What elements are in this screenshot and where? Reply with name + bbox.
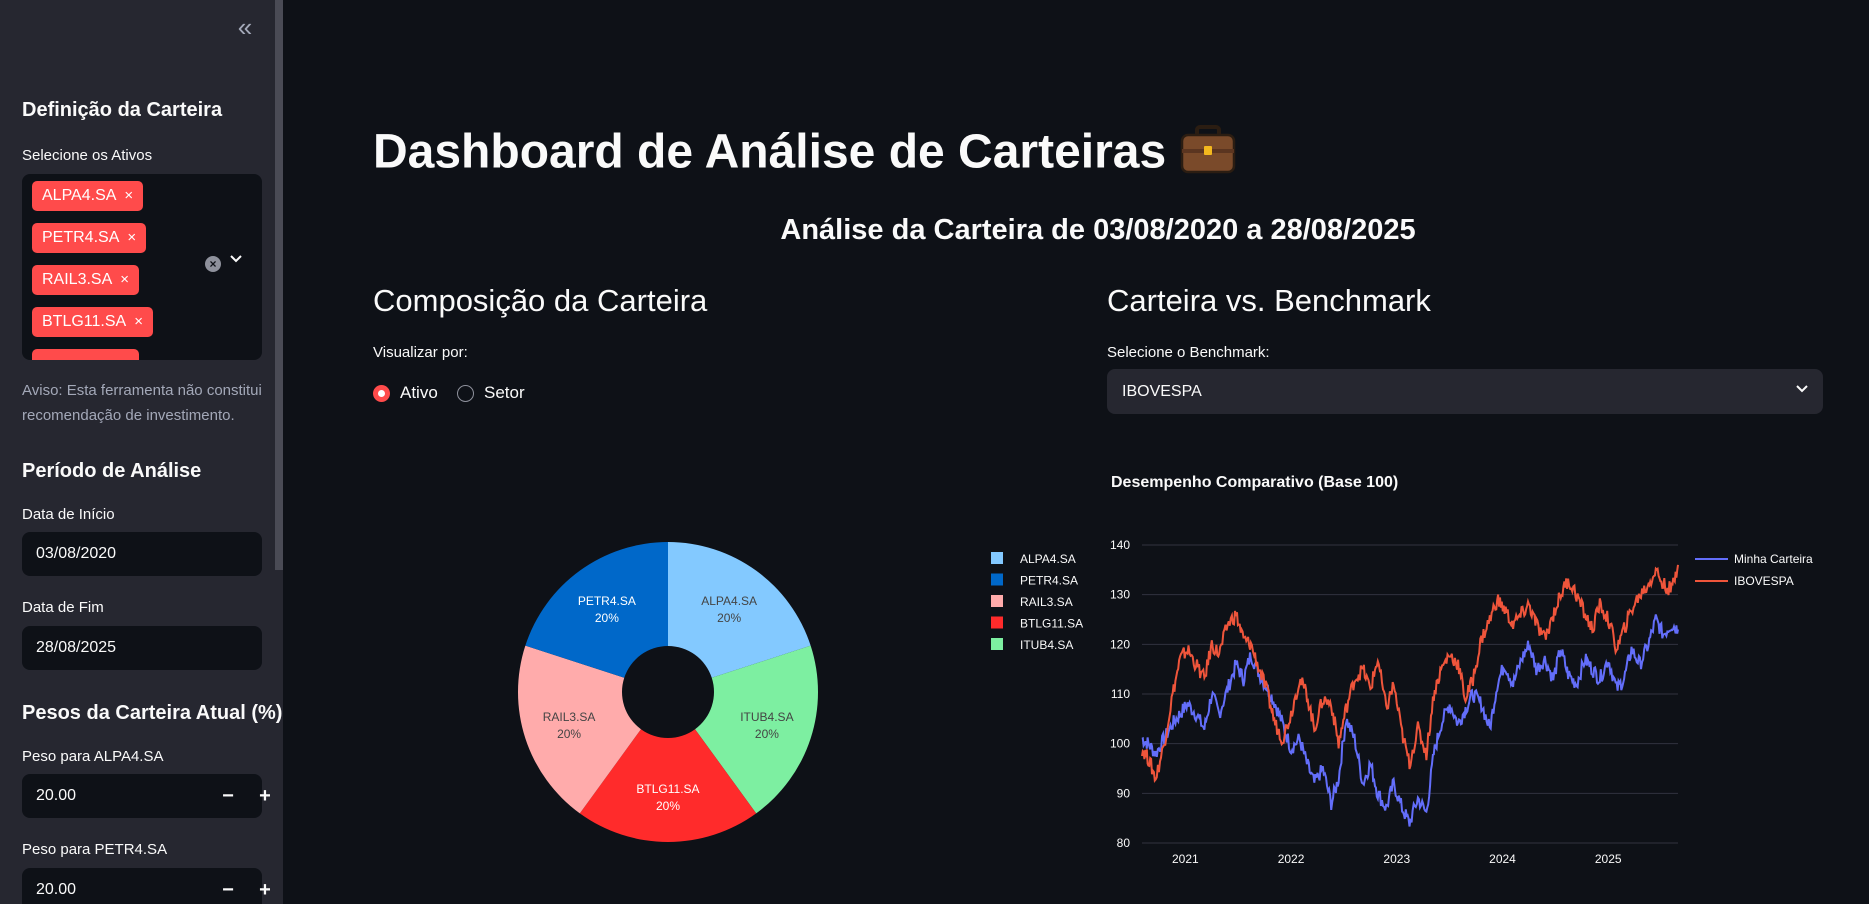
legend-label[interactable]: IBOVESPA	[1734, 574, 1794, 588]
pie-slice-label: BTLG11.SA	[636, 782, 699, 796]
pie-slice-label: PETR4.SA	[578, 594, 636, 608]
end-date-input[interactable]: 28/08/2025	[22, 626, 262, 670]
start-date-input[interactable]: 03/08/2020	[22, 532, 262, 576]
pie-slice-value: 20%	[557, 727, 581, 741]
chart-title: Desempenho Comparativo (Base 100)	[1111, 474, 1398, 491]
benchmark-selected-value: IBOVESPA	[1122, 383, 1202, 400]
legend-label[interactable]: ITUB4.SA	[1020, 638, 1073, 652]
x-tick-label: 2021	[1172, 852, 1199, 866]
weight-petr4-label: Peso para PETR4.SA	[22, 841, 168, 858]
composition-pie-chart: ALPA4.SA 20% ITUB4.SA 20% BTLG11.SA 20% RAIL3.…	[518, 542, 1083, 842]
legend-label[interactable]: BTLG11.SA	[1020, 617, 1083, 631]
radio-unselected-icon	[457, 385, 474, 402]
page-title-text: Dashboard de Análise de Carteiras	[373, 125, 1167, 179]
weight-petr4-value[interactable]: 20.00	[36, 881, 76, 898]
pie-slice-value: 20%	[717, 611, 741, 625]
portfolio-definition-heading: Definição da Carteira	[22, 99, 223, 121]
view-by-label: Visualizar por:	[373, 344, 468, 361]
weight-alpa4-label: Peso para ALPA4.SA	[22, 748, 164, 765]
y-tick-label: 130	[1110, 588, 1130, 602]
benchmark-line-chart: Desempenho Comparativo (Base 100) 80 90 100…	[1110, 474, 1813, 866]
pie-slice-value: 20%	[755, 727, 779, 741]
assets-select-label: Selecione os Ativos	[22, 147, 153, 164]
assets-multiselect[interactable]: ALPA4.SA × PETR4.SA × RAIL3.SA × BTLG11.SA ×…	[22, 174, 262, 360]
weight-alpa4-value[interactable]: 20.00	[36, 787, 76, 804]
asset-tag-label: RAIL3.SA	[42, 271, 113, 288]
x-tick-label: 2024	[1489, 852, 1516, 866]
end-date-label: Data de Fim	[22, 599, 104, 616]
radio-selected-icon	[373, 385, 390, 402]
pie-slice-label: ALPA4.SA	[701, 594, 757, 608]
double-chevron-left-icon[interactable]: «	[230, 12, 260, 44]
asset-tag-label: PETR4.SA	[42, 229, 120, 246]
remove-tag-icon[interactable]: ×	[134, 313, 143, 330]
legend-swatch	[991, 595, 1003, 607]
legend-label[interactable]: RAIL3.SA	[1020, 595, 1073, 609]
y-tick-label: 120	[1110, 637, 1130, 651]
x-tick-label: 2025	[1595, 852, 1622, 866]
remove-tag-icon[interactable]: ×	[127, 229, 136, 246]
asset-tag-partial[interactable]	[32, 349, 139, 360]
asset-tag-label: ALPA4.SA	[42, 187, 117, 204]
asset-tag-label: BTLG11.SA	[42, 313, 127, 330]
pie-slice-value: 20%	[595, 611, 619, 625]
x-tick-label: 2022	[1278, 852, 1305, 866]
decrement-button[interactable]: −	[213, 774, 243, 818]
y-tick-label: 100	[1110, 737, 1130, 751]
pie-slice-value: 20%	[656, 799, 680, 813]
sidebar-scrollbar[interactable]	[275, 0, 283, 570]
increment-button[interactable]: +	[250, 774, 280, 818]
disclaimer-text: Aviso: Esta ferramenta não constitui rec…	[22, 382, 262, 424]
asset-tag[interactable]: ALPA4.SA ×	[32, 181, 144, 211]
start-date-label: Data de Início	[22, 506, 115, 523]
sidebar: « Definição da Carteira Selecione os Ati…	[0, 0, 283, 904]
x-tick-label: 2023	[1383, 852, 1410, 866]
app-root: « Definição da Carteira Selecione os Ati…	[0, 0, 1869, 904]
radio-ativo-label: Ativo	[400, 383, 438, 402]
decrement-button[interactable]: −	[213, 868, 243, 904]
benchmark-select-label: Selecione o Benchmark:	[1107, 344, 1270, 361]
remove-tag-icon[interactable]: ×	[124, 187, 133, 204]
clear-selection-icon[interactable]: ×	[205, 256, 221, 272]
benchmark-heading: Carteira vs. Benchmark	[1107, 283, 1431, 318]
composition-heading: Composição da Carteira	[373, 283, 708, 318]
series-line[interactable]	[1141, 614, 1679, 827]
weight-alpa4-stepper[interactable]: 20.00 − +	[22, 774, 271, 818]
legend-label[interactable]: PETR4.SA	[1020, 574, 1078, 588]
weight-petr4-stepper[interactable]: 20.00 − +	[22, 868, 271, 904]
legend-swatch	[991, 638, 1003, 650]
legend-swatch	[991, 616, 1003, 629]
asset-tag[interactable]: RAIL3.SA ×	[32, 265, 140, 295]
legend-label[interactable]: Minha Carteira	[1734, 552, 1813, 566]
analysis-period-heading: Período de Análise	[22, 460, 202, 482]
benchmark-select[interactable]: IBOVESPA	[1107, 369, 1823, 414]
briefcase-icon	[1180, 124, 1236, 186]
pie-slice-label: ITUB4.SA	[740, 710, 793, 724]
chevron-down-icon[interactable]	[229, 252, 243, 271]
legend-swatch	[991, 573, 1003, 586]
y-tick-label: 80	[1117, 836, 1131, 850]
increment-button[interactable]: +	[250, 868, 280, 904]
radio-setor[interactable]: Setor	[457, 382, 537, 404]
y-tick-label: 110	[1111, 687, 1130, 701]
series-line[interactable]	[1141, 564, 1679, 783]
remove-tag-icon[interactable]: ×	[120, 271, 129, 288]
page-title: Dashboard de Análise de Carteiras	[373, 124, 1236, 186]
asset-tag[interactable]: BTLG11.SA ×	[32, 307, 153, 337]
analysis-subtitle: Análise da Carteira de 03/08/2020 a 28/0…	[780, 214, 1416, 246]
radio-ativo[interactable]: Ativo	[373, 382, 453, 404]
y-tick-label: 140	[1110, 538, 1130, 552]
legend-swatch	[991, 552, 1003, 564]
chevron-down-icon	[1795, 369, 1809, 414]
radio-setor-label: Setor	[484, 383, 525, 402]
weights-heading: Pesos da Carteira Atual (%)	[22, 702, 283, 724]
pie-slice-label: RAIL3.SA	[543, 710, 596, 724]
asset-tag[interactable]: PETR4.SA ×	[32, 223, 147, 253]
y-tick-label: 90	[1117, 786, 1131, 800]
legend-label[interactable]: ALPA4.SA	[1020, 552, 1076, 566]
